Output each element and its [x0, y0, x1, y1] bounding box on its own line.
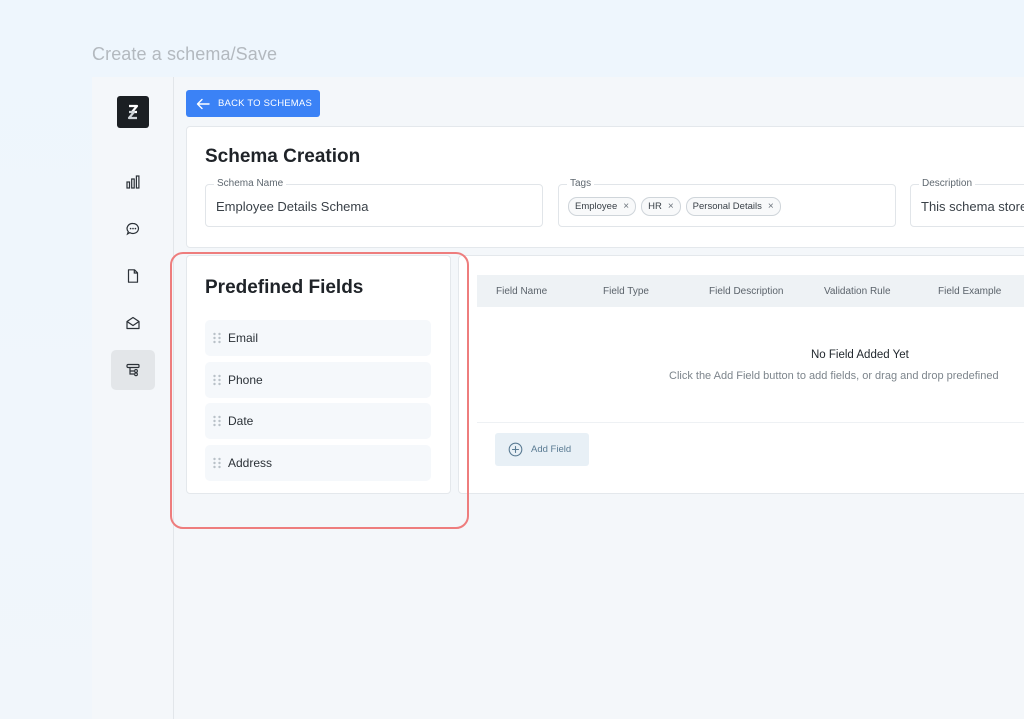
- add-field-button[interactable]: Add Field: [495, 433, 589, 466]
- table-header: Field Name Field Type Field Description …: [477, 275, 1024, 307]
- page-caption: Create a schema/Save: [92, 44, 278, 64]
- tags-label: Tags: [567, 178, 595, 189]
- tag-chip[interactable]: Personal Details ×: [685, 197, 781, 216]
- mail-open-icon: [126, 316, 140, 330]
- empty-state-title: No Field Added Yet: [811, 349, 909, 361]
- schema-creation-card: Schema Creation Schema Name Employee Det…: [186, 126, 1024, 248]
- sidebar-item-chat[interactable]: [111, 209, 155, 249]
- tag-remove-icon[interactable]: ×: [623, 201, 629, 212]
- schema-creation-title: Schema Creation: [205, 146, 361, 167]
- description-field[interactable]: Description This schema store: [910, 178, 1024, 227]
- app-logo[interactable]: [117, 96, 149, 128]
- empty-state-subtitle: Click the Add Field button to add fields…: [669, 370, 999, 382]
- tag-chip[interactable]: Employee ×: [568, 197, 637, 216]
- tag-chip-label: HR: [648, 201, 662, 212]
- column-header: Field Name: [496, 286, 548, 297]
- fields-table-card: Field Name Field Type Field Description …: [458, 255, 1024, 494]
- bar-chart-icon: [126, 175, 140, 189]
- column-header: Field Description: [709, 286, 784, 297]
- back-to-schemas-button[interactable]: BACK TO SCHEMAS: [186, 90, 320, 117]
- column-header: Field Type: [603, 286, 649, 297]
- description-label: Description: [919, 178, 976, 189]
- schema-name-field[interactable]: Schema Name Employee Details Schema: [205, 178, 543, 227]
- sidebar-item-documents[interactable]: [111, 256, 155, 296]
- back-button-label: BACK TO SCHEMAS: [218, 98, 312, 109]
- tag-remove-icon[interactable]: ×: [668, 201, 674, 212]
- column-header: Validation Rule: [824, 286, 891, 297]
- highlight-outline: [170, 252, 469, 529]
- chat-icon: [126, 222, 139, 236]
- add-field-label: Add Field: [531, 444, 572, 455]
- sidebar: [92, 77, 174, 719]
- document-icon: [127, 269, 139, 283]
- sidebar-item-schemas[interactable]: [111, 350, 155, 390]
- tag-remove-icon[interactable]: ×: [768, 201, 774, 212]
- schema-icon: [126, 363, 140, 377]
- tag-chip-label: Personal Details: [692, 201, 762, 212]
- column-header: Field Example: [938, 286, 1002, 297]
- tag-chip[interactable]: HR ×: [641, 197, 681, 216]
- tag-chip-list: Employee × HR × Personal Details ×: [568, 197, 781, 216]
- tag-chip-label: Employee: [575, 201, 618, 212]
- tags-field[interactable]: Tags Employee × HR × Personal Details ×: [558, 178, 896, 227]
- logo-icon: [127, 104, 139, 120]
- plus-circle-icon: [508, 442, 523, 457]
- schema-name-label: Schema Name: [214, 178, 287, 189]
- schema-name-value: Employee Details Schema: [216, 199, 369, 214]
- description-value: This schema store: [921, 199, 1024, 214]
- sidebar-item-analytics[interactable]: [111, 162, 155, 202]
- table-divider: [477, 422, 1024, 423]
- sidebar-item-inbox[interactable]: [111, 303, 155, 343]
- arrow-left-icon: [196, 98, 210, 109]
